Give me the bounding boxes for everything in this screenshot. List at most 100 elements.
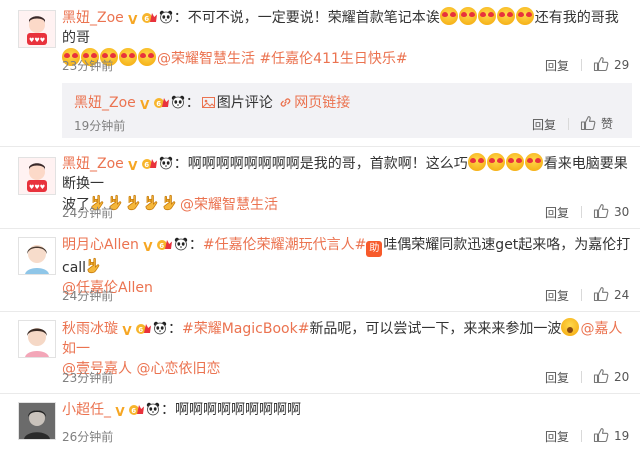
member-icon [129,402,145,416]
timestamp: 24分钟前 [62,289,114,303]
member-icon [154,95,170,109]
reply-box: 黑妞_Zoe V ： 图片评论 网页链接 19分钟前 回复 赞 [62,83,632,138]
action-divider [581,59,582,71]
reply-text: 黑妞_Zoe V ： 图片评论 网页链接 [74,93,614,113]
like-button[interactable]: 19 [593,427,629,443]
member-icon [142,156,158,170]
rock-hand-emoji-icon [144,194,160,212]
like-label: 赞 [601,117,614,131]
username-link[interactable]: 黑妞_Zoe [74,95,136,111]
boost-icon: 助 [366,241,383,257]
heart-eyes-emoji-icon [467,153,486,171]
avatar[interactable] [18,237,56,275]
colon: ： [168,321,182,337]
panda-icon [174,237,188,251]
thumbs-up-icon [580,115,596,131]
colon: ： [161,402,175,418]
thumbs-up-icon [593,56,609,72]
surprised-emoji-icon [561,318,580,336]
verified-icon: V [140,98,150,112]
like-button[interactable]: 29 [593,56,629,72]
like-count: 24 [614,288,630,302]
rock-hand-emoji-icon [86,257,102,275]
like-button[interactable]: 赞 [580,115,613,132]
heart-eyes-emoji-icon [439,7,458,25]
like-count: 19 [614,429,630,443]
panda-icon [159,10,173,24]
verified-icon: V [128,159,138,173]
panda-icon [153,321,167,335]
avatar[interactable] [18,402,56,440]
reply-button[interactable]: 回复 [545,369,569,386]
verified-icon: V [122,324,132,338]
member-icon [142,10,158,24]
panda-icon [159,156,173,170]
comment-body: 啊啊啊啊啊啊啊啊是我的哥，首款啊！这么巧 [187,156,468,172]
verified-icon: V [115,405,125,419]
web-link[interactable]: 网页链接 [294,95,350,111]
heart-eyes-emoji-icon [505,153,524,171]
username-link[interactable]: 黑妞_Zoe [62,10,124,26]
username-link[interactable]: 明月心Allen [62,237,139,253]
like-button[interactable]: 20 [593,368,629,384]
action-divider [581,289,582,301]
username-link[interactable]: 秋雨冰璇 [62,321,118,337]
avatar[interactable]: ♥♥♥ [18,10,56,48]
comment-body: 新品呢，可以尝试一下，来来来参加一波 [309,321,562,337]
reply-button[interactable]: 回复 [545,428,569,445]
hashtag-link[interactable]: #任嘉伦411生日快乐# [259,51,407,67]
hashtag-link[interactable]: #任嘉伦荣耀潮玩代言人# [203,237,366,253]
avatar[interactable] [18,320,56,358]
action-divider [581,371,582,383]
thumbs-up-icon [593,368,609,384]
comment-text: 小超任_ V ：啊啊啊啊啊啊啊啊啊 [62,400,632,420]
comment-item: 明月心Allen V ：#任嘉伦荣耀潮玩代言人# 助哇偶荣耀同款迅速get起来咯，为嘉… [0,229,640,310]
colon: ： [188,237,203,253]
colon: ： [173,156,188,172]
heart-eyes-emoji-icon [138,48,156,66]
action-divider [581,430,582,442]
comment-body: 不可不说，一定要说！荣耀首款笔记本诶 [187,10,440,26]
username-link[interactable]: 黑妞_Zoe [62,156,124,172]
reply-button[interactable]: 回复 [545,57,569,74]
hashtag-link[interactable]: #荣耀MagicBook# [182,321,309,337]
panda-icon [146,402,160,416]
thumbs-up-icon [593,203,609,219]
like-button[interactable]: 24 [593,286,629,302]
thumbs-up-icon [593,286,609,302]
action-divider [581,206,582,218]
username-link[interactable]: 小超任_ [62,402,111,418]
mention-link[interactable]: @心恋依旧恋 [136,361,220,377]
svg-text:♥♥♥: ♥♥♥ [29,184,45,191]
picture-comment-label[interactable]: 图片评论 [217,95,273,111]
avatar-image: ♥♥♥ [19,158,55,194]
svg-text:♥♥♥: ♥♥♥ [29,37,45,44]
member-icon [136,321,152,335]
avatar-image [19,238,55,274]
reply-button[interactable]: 回复 [545,287,569,304]
comment-item: ♥♥♥ 黑妞_Zoe V ：不可不说，一定要说！荣耀首款笔记本诶 还有我的哥我的哥 @荣… [0,0,640,83]
rock-hand-emoji-icon [162,194,178,212]
reply-button[interactable]: 回复 [532,116,556,133]
timestamp: 24分钟前 [62,206,114,220]
heart-eyes-emoji-icon [496,7,515,25]
timestamp: 19分钟前 [74,119,126,133]
avatar-image: ♥♥♥ [19,11,55,47]
like-button[interactable]: 30 [593,203,629,219]
like-count: 30 [614,205,630,219]
colon: ： [173,10,188,26]
mention-link[interactable]: @荣耀智慧生活 [180,197,278,213]
link-icon [280,98,291,107]
avatar-image [19,321,55,357]
action-divider [568,118,569,130]
reply-button[interactable]: 回复 [545,204,569,221]
mention-link[interactable]: @荣耀智慧生活 [157,51,255,67]
avatar-image [19,403,55,439]
avatar[interactable]: ♥♥♥ [18,157,56,195]
comment-body: 啊啊啊啊啊啊啊啊啊 [175,402,301,418]
rock-hand-emoji-icon [126,194,142,212]
timestamp: 23分钟前 [62,371,114,385]
heart-eyes-emoji-icon [458,7,477,25]
heart-eyes-emoji-icon [486,153,505,171]
like-count: 20 [614,370,630,384]
